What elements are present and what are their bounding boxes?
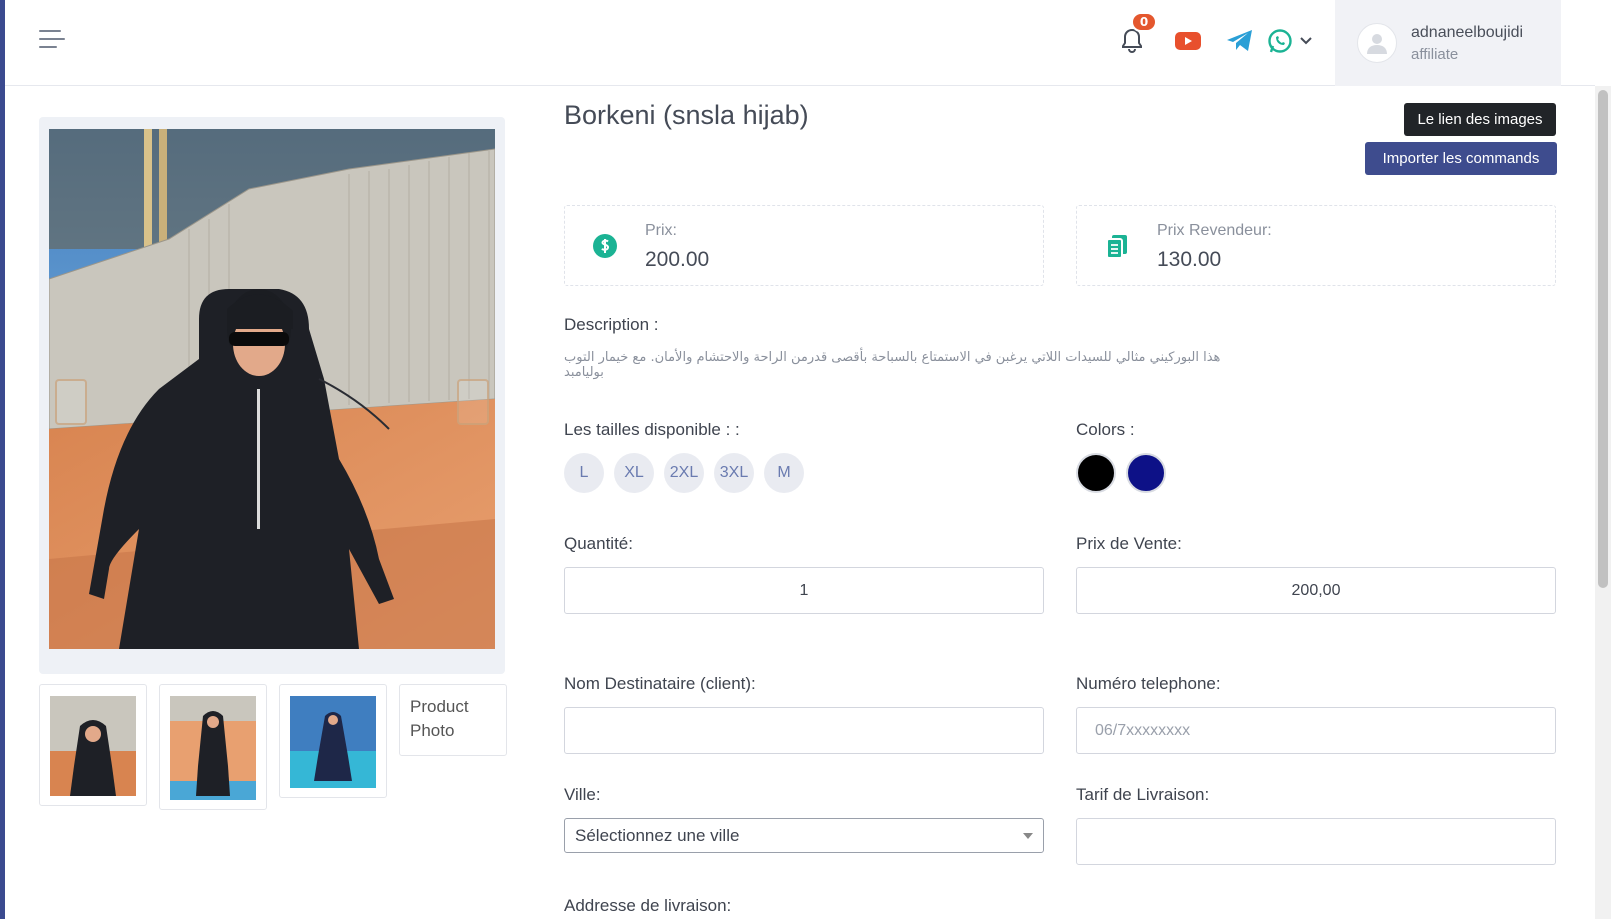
- thumbnail-3[interactable]: [279, 684, 387, 798]
- dollar-icon: [591, 232, 619, 260]
- reseller-price-card: Prix Revendeur: 130.00: [1076, 205, 1556, 286]
- quantity-input[interactable]: 1: [564, 567, 1044, 614]
- phone-label: Numéro telephone:: [1076, 674, 1221, 693]
- telegram-icon[interactable]: [1225, 26, 1255, 56]
- user-role: affiliate: [1411, 45, 1459, 63]
- price-label: Prix:: [645, 222, 677, 239]
- phone-input[interactable]: 06/7xxxxxxxx: [1076, 707, 1556, 754]
- avatar-icon: [1357, 23, 1397, 63]
- thumbnail-1[interactable]: [39, 684, 147, 806]
- thumbnail-2[interactable]: [159, 684, 267, 810]
- size-option-l[interactable]: L: [564, 453, 604, 493]
- copy-icon: [1103, 232, 1131, 260]
- product-gallery: [39, 117, 505, 674]
- import-orders-button[interactable]: Importer les commands: [1365, 142, 1557, 175]
- page-scrollbar[interactable]: [1595, 86, 1611, 919]
- phone-placeholder: 06/7xxxxxxxx: [1095, 721, 1191, 739]
- size-option-xl[interactable]: XL: [614, 453, 654, 493]
- size-option-2xl[interactable]: 2XL: [664, 453, 704, 493]
- price-card: Prix: 200.00: [564, 205, 1044, 286]
- client-name-input[interactable]: [564, 707, 1044, 754]
- top-navbar: 0 adnaneelboujidi affiliate: [5, 0, 1595, 86]
- reseller-price-label: Prix Revendeur:: [1157, 222, 1272, 239]
- description-text: هذا البوركيني مثالي للسيدات اللاتي يرغبن…: [564, 350, 1221, 380]
- address-label: Addresse de livraison:: [564, 896, 732, 915]
- city-label: Ville:: [564, 785, 601, 804]
- quantity-label: Quantité:: [564, 534, 633, 553]
- broken-image-alt: Product Photo: [410, 697, 469, 740]
- city-select-value: Sélectionnez une ville: [575, 825, 740, 845]
- chevron-down-icon[interactable]: [1297, 26, 1315, 56]
- description-label: Description :: [564, 315, 659, 334]
- thumbnail-4-broken[interactable]: Product Photo: [399, 684, 507, 756]
- menu-icon[interactable]: [39, 30, 67, 54]
- images-link-button[interactable]: Le lien des images: [1404, 103, 1556, 136]
- client-name-label: Nom Destinataire (client):: [564, 674, 756, 693]
- colors-label: Colors :: [1076, 420, 1135, 439]
- city-select[interactable]: Sélectionnez une ville: [564, 818, 1044, 853]
- sizes-label: Les tailles disponible : :: [564, 420, 740, 439]
- user-name: adnaneelboujidi: [1411, 23, 1524, 41]
- delivery-fee-label: Tarif de Livraison:: [1076, 785, 1210, 804]
- price-value: 200.00: [645, 248, 710, 271]
- reseller-price-value: 130.00: [1157, 248, 1222, 271]
- sale-price-label: Prix de Vente:: [1076, 534, 1182, 553]
- color-swatch-black[interactable]: [1076, 453, 1116, 493]
- scrollbar-thumb[interactable]: [1598, 90, 1608, 588]
- size-option-3xl[interactable]: 3XL: [714, 453, 754, 493]
- product-title: Borkeni (snsla hijab): [564, 100, 809, 130]
- sale-price-input[interactable]: 200,00: [1076, 567, 1556, 614]
- carousel-next-button[interactable]: [457, 379, 489, 425]
- delivery-fee-input[interactable]: [1076, 818, 1556, 865]
- dropdown-arrow-icon: [1023, 833, 1033, 839]
- user-menu[interactable]: adnaneelboujidi affiliate: [1335, 0, 1561, 86]
- whatsapp-icon[interactable]: [1265, 26, 1295, 56]
- size-option-m[interactable]: M: [764, 453, 804, 493]
- main-product-photo: [49, 129, 495, 649]
- notification-count-badge: 0: [1131, 12, 1157, 32]
- youtube-icon[interactable]: [1173, 26, 1203, 56]
- color-swatch-navy[interactable]: [1126, 453, 1166, 493]
- sidebar-edge: [0, 0, 5, 919]
- carousel-prev-button[interactable]: [55, 379, 87, 425]
